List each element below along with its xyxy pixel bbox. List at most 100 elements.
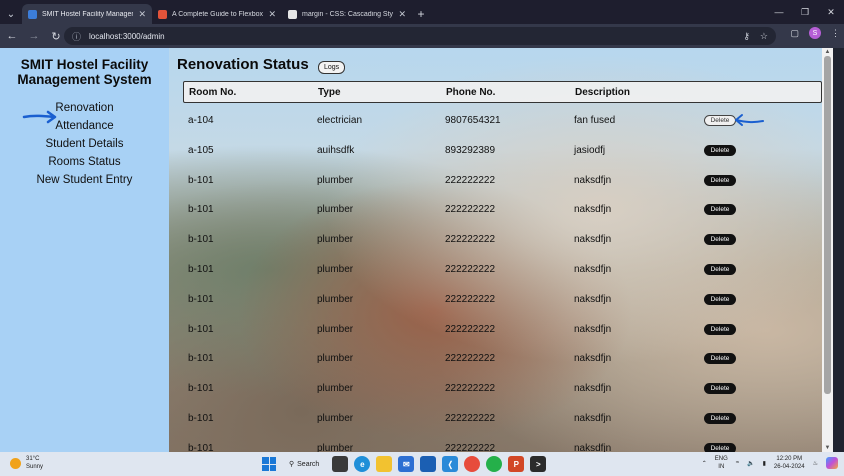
minimize-icon[interactable]: — <box>766 0 792 24</box>
scroll-down-icon[interactable]: ▼ <box>822 444 833 452</box>
cell-desc: naksdfjn <box>574 353 612 365</box>
tab-title: A Complete Guide to Flexbox | <box>172 10 264 18</box>
cell-desc: naksdfjn <box>574 174 612 186</box>
cell-type: plumber <box>317 383 354 395</box>
tray-chevron-icon[interactable]: ⌃ <box>702 460 707 467</box>
browser-tab-strip: ⌄ SMIT Hostel Facility Manageme ✕ A Comple… <box>0 0 844 24</box>
cell-phone: 222222222 <box>445 353 496 365</box>
sidebar-item-new-student-entry[interactable]: New Student Entry <box>0 171 169 189</box>
extensions-icon[interactable]: ▢ <box>790 28 799 39</box>
tab-search-chevron-icon[interactable]: ⌄ <box>0 4 22 24</box>
mail-icon[interactable]: ✉ <box>398 456 415 472</box>
clock-date: 26-04-2024 <box>773 464 805 470</box>
new-tab-button[interactable]: + <box>412 4 430 24</box>
delete-button[interactable]: Delete <box>704 234 736 246</box>
profile-avatar[interactable]: S <box>809 27 821 39</box>
table-row: b-101 plumber 222222222 naksdfjn Delete <box>183 173 822 189</box>
task-view-icon[interactable] <box>332 456 349 472</box>
clock[interactable]: 12:20 PM 26-04-2024 <box>774 455 805 471</box>
table-row: a-104 electrician 9807654321 fan fused Delet… <box>183 113 822 129</box>
cell-phone: 222222222 <box>445 234 496 246</box>
delete-button[interactable]: Delete <box>704 413 736 424</box>
reload-icon[interactable]: ↻ <box>46 26 66 46</box>
lang-region: IN <box>718 464 725 470</box>
delete-button[interactable]: Delete <box>704 144 736 156</box>
cell-phone: 222222222 <box>445 293 496 305</box>
table-header: Room No. Type Phone No. Description <box>183 81 822 103</box>
store-icon[interactable] <box>420 456 437 472</box>
delete-button[interactable]: Delete <box>704 174 736 186</box>
forward-icon[interactable]: → <box>24 26 44 46</box>
back-icon[interactable]: ← <box>2 26 22 46</box>
cell-type: electrician <box>317 115 363 126</box>
tab-favicon-icon <box>28 9 37 19</box>
cell-phone: 222222222 <box>445 442 496 452</box>
cell-type: plumber <box>317 353 354 365</box>
vscode-icon[interactable]: ❬ <box>442 456 459 472</box>
browser-menu-icon[interactable]: ⋮ <box>831 28 840 39</box>
cell-desc: naksdfjn <box>574 383 612 395</box>
logs-button[interactable]: Logs <box>318 61 346 74</box>
address-bar[interactable]: ⓘ localhost:3000/admin ⚷ ☆ <box>64 27 776 45</box>
lang-code: ENG <box>714 456 728 462</box>
cell-room: b-101 <box>188 383 214 395</box>
delete-button[interactable]: Delete <box>704 204 736 216</box>
browser-tab[interactable]: SMIT Hostel Facility Manageme ✕ <box>22 4 152 24</box>
browser-tab[interactable]: margin - CSS: Cascading Style S ✕ <box>282 4 412 24</box>
language-indicator[interactable]: ENG IN <box>715 455 728 471</box>
delete-button[interactable]: Delete <box>704 115 736 126</box>
volume-icon[interactable]: 🔈 <box>747 460 754 467</box>
browser-tab[interactable]: A Complete Guide to Flexbox | ✕ <box>152 4 282 24</box>
edge-icon[interactable]: e <box>354 456 371 472</box>
tab-close-icon[interactable]: ✕ <box>398 9 406 20</box>
cell-room: b-101 <box>188 323 214 335</box>
cell-type: plumber <box>317 323 354 335</box>
terminal-icon[interactable]: > <box>530 456 547 472</box>
page-scrollbar[interactable]: ▲ ▼ <box>822 48 833 452</box>
tab-title: SMIT Hostel Facility Manageme <box>42 10 134 18</box>
notification-bell-icon[interactable]: ♨ <box>813 460 818 467</box>
cell-room: b-101 <box>188 293 214 305</box>
browser-toolbar: ← → ↻ ⓘ localhost:3000/admin ⚷ ☆ ▢ S ⋮ <box>0 24 844 48</box>
delete-button[interactable]: Delete <box>704 293 736 305</box>
close-window-icon[interactable]: ✕ <box>818 0 844 24</box>
powerpoint-icon[interactable]: P <box>508 456 525 472</box>
scrollbar-thumb[interactable] <box>824 56 831 394</box>
cell-type: plumber <box>317 264 354 275</box>
cell-room: b-101 <box>188 442 214 452</box>
sidebar-item-student-details[interactable]: Student Details <box>0 135 169 153</box>
delete-button[interactable]: Delete <box>704 264 736 275</box>
delete-button[interactable]: Delete <box>704 353 736 365</box>
scroll-up-icon[interactable]: ▲ <box>822 48 833 56</box>
site-info-icon[interactable]: ⓘ <box>72 30 81 43</box>
table-row: b-101 plumber 222222222 naksdfjn Delete <box>183 381 822 397</box>
copilot-icon[interactable] <box>826 457 838 469</box>
tab-close-icon[interactable]: ✕ <box>268 9 276 20</box>
password-key-icon[interactable]: ⚷ <box>743 31 750 42</box>
cell-room: a-104 <box>188 115 214 126</box>
whatsapp-icon[interactable] <box>486 456 503 472</box>
cell-room: a-105 <box>188 144 214 156</box>
chrome-icon[interactable] <box>464 456 481 472</box>
file-explorer-icon[interactable] <box>376 456 393 472</box>
column-header-type: Type <box>318 87 341 98</box>
cell-desc: naksdfjn <box>574 413 612 424</box>
taskbar-search[interactable]: ⚲ Search <box>282 456 326 472</box>
windows-start-icon[interactable] <box>262 457 276 471</box>
tab-close-icon[interactable]: ✕ <box>138 9 146 20</box>
delete-button[interactable]: Delete <box>704 442 736 452</box>
delete-button[interactable]: Delete <box>704 383 736 395</box>
cell-desc: naksdfjn <box>574 234 612 246</box>
restore-icon[interactable]: ❐ <box>792 0 818 24</box>
sidebar-item-rooms-status[interactable]: Rooms Status <box>0 153 169 171</box>
battery-icon[interactable]: ▮ <box>763 460 766 467</box>
cell-desc: naksdfjn <box>574 204 612 216</box>
bookmark-star-icon[interactable]: ☆ <box>760 31 768 42</box>
delete-button[interactable]: Delete <box>704 323 736 335</box>
weather-widget[interactable]: 31°C Sunny <box>10 455 43 471</box>
column-header-phone: Phone No. <box>446 87 496 98</box>
cell-type: plumber <box>317 413 354 424</box>
sun-icon <box>10 457 21 469</box>
cell-phone: 222222222 <box>445 204 496 216</box>
wifi-icon[interactable]: ≈ <box>736 460 739 466</box>
